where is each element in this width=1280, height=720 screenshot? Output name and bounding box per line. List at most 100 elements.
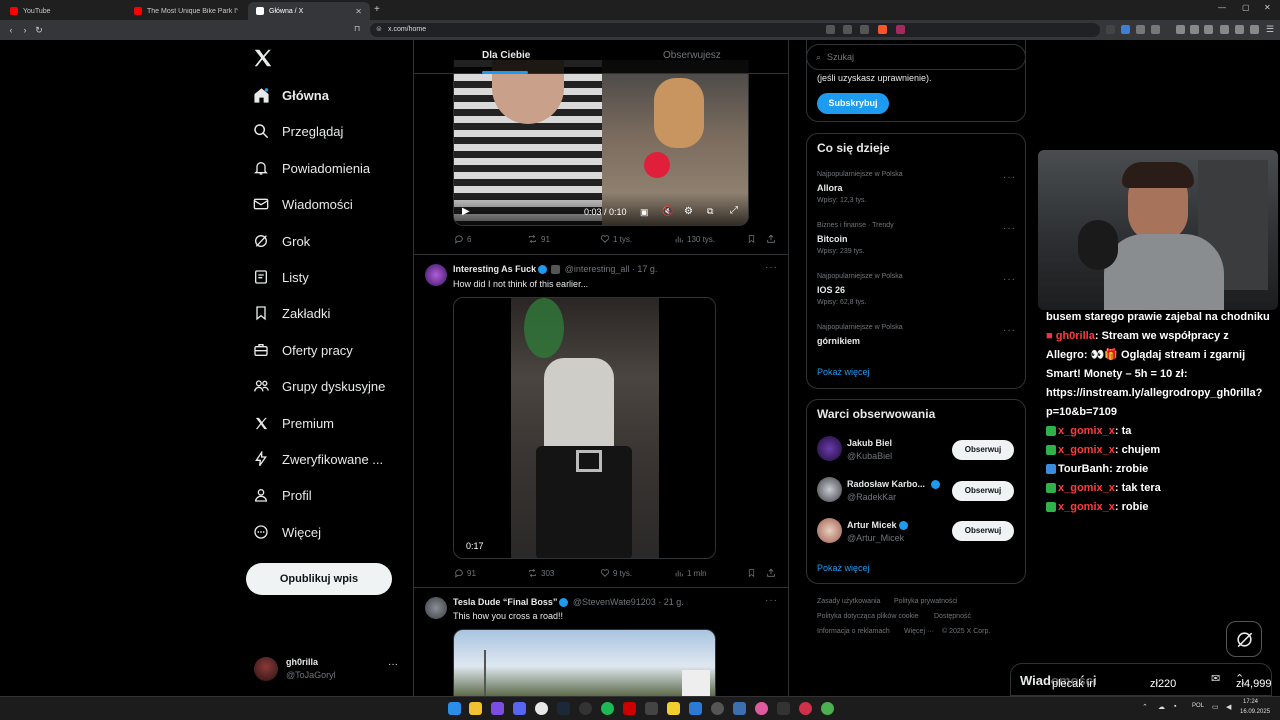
close-tab-icon[interactable]: ✕	[355, 7, 362, 16]
nav-messages[interactable]: Wiadomości	[252, 191, 353, 217]
gif-icon[interactable]: ▣	[640, 207, 649, 218]
avatar[interactable]	[817, 436, 842, 461]
app-icon[interactable]	[777, 702, 790, 715]
avatar[interactable]	[817, 477, 842, 502]
notes-icon[interactable]	[667, 702, 680, 715]
footer-more-link[interactable]: Więcej ···	[904, 628, 934, 635]
volume-icon[interactable]: 🔇	[662, 206, 673, 217]
app-icon[interactable]	[733, 702, 746, 715]
app-icon[interactable]	[755, 702, 768, 715]
footer-privacy-link[interactable]: Polityka prywatności	[894, 598, 957, 605]
media-icon[interactable]	[1176, 25, 1185, 34]
tray-app-icon[interactable]: ▪	[1174, 703, 1176, 710]
footer-accessibility-link[interactable]: Dostępność	[934, 613, 971, 620]
extension-icon[interactable]	[1204, 25, 1213, 34]
clock-date[interactable]: 16.09.2025	[1240, 709, 1270, 715]
pip-icon[interactable]: ⧉	[707, 206, 713, 217]
reply-button[interactable]: 6	[454, 234, 471, 244]
bookmark-button[interactable]	[747, 234, 759, 244]
sidebar-icon[interactable]	[1190, 25, 1199, 34]
app-icon[interactable]	[645, 702, 658, 715]
video-player[interactable]: ▶ 0:03 / 0:10 ▣ 🔇 ⚙ ⧉ ⤢	[453, 60, 749, 226]
nav-lists[interactable]: Listy	[252, 264, 309, 290]
back-icon[interactable]: ‹	[4, 25, 18, 35]
nav-grok[interactable]: Grok	[252, 228, 310, 254]
avatar[interactable]	[425, 597, 447, 619]
wallet-icon[interactable]	[1220, 25, 1229, 34]
more-icon[interactable]: ···	[1003, 325, 1016, 336]
grok-floating-button[interactable]	[1226, 621, 1262, 657]
app-icon[interactable]	[821, 702, 834, 715]
follow-button[interactable]: Obserwuj	[952, 481, 1014, 501]
more-icon[interactable]: ···	[1003, 172, 1016, 183]
minimize-icon[interactable]: —	[1218, 3, 1226, 12]
share-button[interactable]	[766, 568, 779, 578]
trend-item[interactable]: Allora	[817, 183, 843, 193]
follow-button[interactable]: Obserwuj	[952, 440, 1014, 460]
share-button[interactable]	[766, 234, 779, 244]
tab-youtube[interactable]: YouTube	[2, 2, 124, 20]
fullscreen-icon[interactable]: ⤢	[730, 205, 738, 216]
discord-icon[interactable]	[513, 702, 526, 715]
account-icon[interactable]	[1250, 25, 1259, 34]
like-button[interactable]: 9 tys.	[600, 568, 632, 578]
reload-icon[interactable]: ↻	[32, 25, 46, 36]
nav-premium[interactable]: Premium	[252, 410, 334, 436]
extension-icon[interactable]	[1121, 25, 1130, 34]
settings-icon[interactable]: ⚙	[684, 206, 693, 217]
repost-button[interactable]: 303	[527, 568, 554, 578]
video-player[interactable]: 0:17	[453, 297, 716, 559]
file-explorer-icon[interactable]	[469, 702, 482, 715]
tab-following[interactable]: Obserwujesz	[663, 50, 721, 61]
nav-jobs[interactable]: Oferty pracy	[252, 337, 353, 363]
tab-bike-park[interactable]: The Most Unique Bike Park I've Ever	[126, 2, 246, 20]
who-name[interactable]: Jakub Biel	[847, 438, 892, 448]
image-preview[interactable]	[453, 629, 716, 696]
extension-icon[interactable]	[1151, 25, 1160, 34]
avatar[interactable]	[817, 518, 842, 543]
more-icon[interactable]: ···	[765, 262, 778, 273]
more-icon[interactable]: ···	[1003, 274, 1016, 285]
who-name[interactable]: Artur Micek	[847, 520, 910, 531]
nav-verified-orgs[interactable]: Zweryfikowane ...	[252, 446, 383, 472]
extension-icon[interactable]	[1106, 25, 1115, 34]
maximize-icon[interactable]: ▢	[1242, 3, 1250, 12]
share-icon[interactable]	[860, 25, 869, 34]
more-icon[interactable]: ···	[765, 595, 778, 606]
nav-notifications[interactable]: Powiadomienia	[252, 155, 370, 181]
chrome-icon[interactable]	[535, 702, 548, 715]
show-more-follow-link[interactable]: Pokaż więcej	[817, 563, 870, 573]
bookmark-button[interactable]	[747, 568, 759, 578]
footer-terms-link[interactable]: Zasady użytkowania	[817, 598, 880, 605]
volume-icon[interactable]: ◀	[1226, 703, 1231, 711]
nav-bookmarks[interactable]: Zakładki	[252, 300, 330, 326]
nav-communities[interactable]: Grupy dyskusyjne	[252, 373, 385, 399]
app-icon[interactable]	[711, 702, 724, 715]
avatar[interactable]	[425, 264, 447, 286]
new-tab-icon[interactable]: +	[374, 4, 380, 15]
zoom-icon[interactable]	[843, 25, 852, 34]
nav-home[interactable]: Główna	[252, 82, 329, 108]
clock-time[interactable]: 17:24	[1243, 699, 1258, 705]
cloud-icon[interactable]: ☁	[1158, 703, 1165, 711]
more-icon[interactable]: ···	[1003, 223, 1016, 234]
trend-item[interactable]: IOS 26	[817, 285, 845, 295]
forward-icon[interactable]: ›	[18, 25, 32, 35]
menu-icon[interactable]: ☰	[1266, 24, 1274, 35]
vpn-icon[interactable]	[1235, 25, 1244, 34]
start-icon[interactable]	[448, 702, 461, 715]
nav-profile[interactable]: Profil	[252, 482, 312, 508]
footer-cookie-link[interactable]: Polityka dotycząca plików cookie	[817, 613, 919, 620]
account-switcher[interactable]: gh0rilla @ToJaGoryl ···	[254, 655, 404, 685]
brave-shield-icon[interactable]	[878, 25, 887, 34]
network-icon[interactable]: ▭	[1212, 703, 1219, 711]
screen-icon[interactable]	[826, 25, 835, 34]
extension-icon[interactable]	[1136, 25, 1145, 34]
repost-button[interactable]: 91	[527, 234, 550, 244]
bookmark-page-icon[interactable]: ⊓	[354, 24, 360, 33]
footer-ads-info-link[interactable]: Informacja o reklamach	[817, 628, 890, 635]
app-icon[interactable]	[623, 702, 636, 715]
app-icon[interactable]	[799, 702, 812, 715]
spotify-icon[interactable]	[601, 702, 614, 715]
obs-icon[interactable]	[579, 702, 592, 715]
